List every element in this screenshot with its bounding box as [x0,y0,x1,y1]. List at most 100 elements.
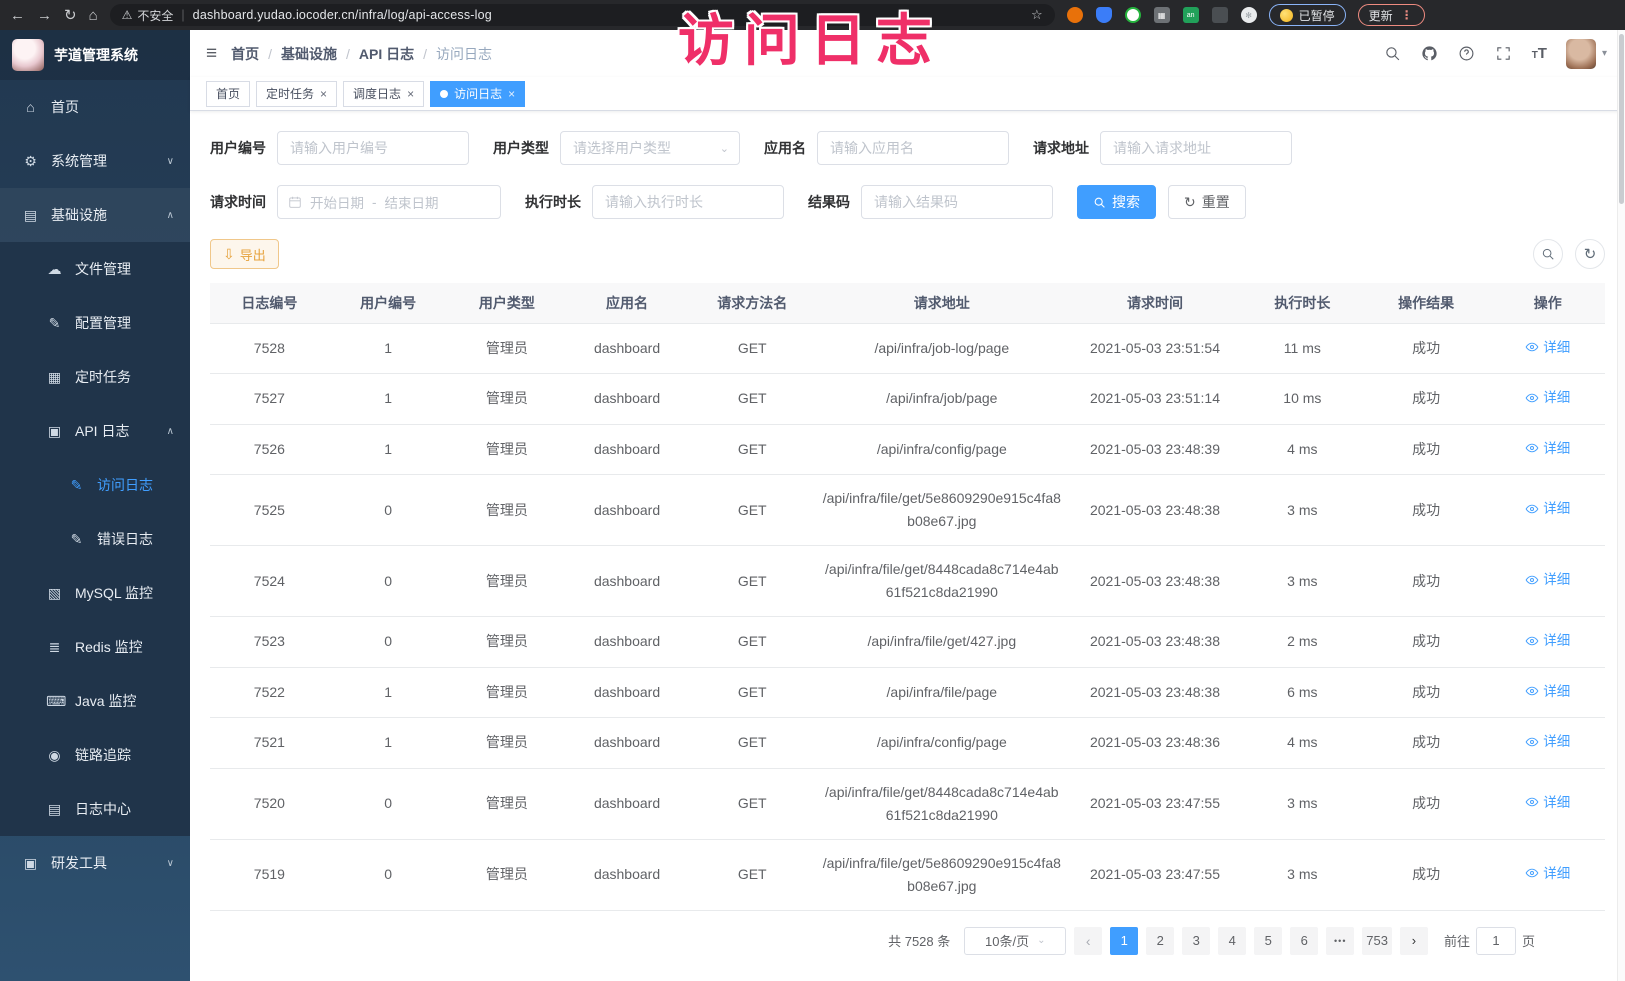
extension-shield-icon[interactable] [1096,7,1112,23]
help-icon[interactable] [1458,45,1476,63]
sidebar-item-API 日志[interactable]: ▣API 日志∧ [0,404,190,458]
extension-phone-icon[interactable] [1212,7,1228,23]
breadcrumb-item[interactable]: API 日志 [359,44,414,64]
paused-badge[interactable]: 已暂停 [1269,4,1346,26]
export-button[interactable]: ⇩ 导出 [210,239,279,269]
page-button-4[interactable]: 4 [1218,927,1246,955]
extensions-row: ▦ an ✻ [1067,7,1257,23]
detail-button[interactable]: 详细 [1525,629,1570,652]
tab-调度日志[interactable]: 调度日志× [343,81,424,107]
page-button-2[interactable]: 2 [1146,927,1174,955]
browser-address-bar[interactable]: ⚠不安全 | dashboard.yudao.iocoder.cn/infra/… [110,4,1055,26]
detail-button[interactable]: 详细 [1525,497,1570,520]
reset-button[interactable]: ↻ 重置 [1168,185,1246,219]
sidebar-item-首页[interactable]: ⌂首页 [0,80,190,134]
cell-id: 7523 [210,617,329,668]
browser-forward-icon[interactable]: → [37,8,52,23]
detail-button[interactable]: 详细 [1525,568,1570,591]
prev-page-button[interactable]: ‹ [1074,927,1102,955]
request-url-input[interactable] [1100,131,1292,165]
page-button-6[interactable]: 6 [1290,927,1318,955]
cell-user_type: 管理员 [448,718,567,769]
sidebar-item-系统管理[interactable]: ⚙系统管理∨ [0,134,190,188]
sidebar-item-链路追踪[interactable]: ◉链路追踪 [0,728,190,782]
user-menu[interactable]: ▾ [1566,39,1607,69]
user-type-select[interactable]: 请选择用户类型 ⌄ [560,131,740,165]
not-secure-warning[interactable]: ⚠不安全 [122,7,174,24]
app-name-input[interactable] [817,131,1009,165]
kebab-menu-icon[interactable]: ⋮ [1401,8,1414,22]
page-button-753[interactable]: 753 [1362,927,1392,955]
sidebar-item-label: 研发工具 [51,853,107,873]
close-icon[interactable]: × [508,88,515,100]
sidebar-item-label: Redis 监控 [75,637,143,657]
more-pages-icon[interactable]: ••• [1326,927,1354,955]
detail-button[interactable]: 详细 [1525,437,1570,460]
detail-button[interactable]: 详细 [1525,862,1570,885]
breadcrumb-item[interactable]: 首页 [231,44,259,64]
app-logo[interactable]: 芋道管理系统 [0,30,190,80]
sidebar-item-错误日志[interactable]: ✎错误日志 [0,512,190,566]
close-icon[interactable]: × [320,88,327,100]
extension-wechat-icon[interactable] [1125,7,1141,23]
cell-user_id: 1 [329,323,448,374]
cell-time: 2021-05-03 23:51:54 [1067,323,1243,374]
sidebar-item-研发工具[interactable]: ▣研发工具∨ [0,836,190,890]
bookmark-star-icon[interactable]: ☆ [1031,7,1043,23]
chevron-down-icon: ⌄ [1037,935,1045,946]
user-id-input[interactable] [277,131,469,165]
goto-page-input[interactable] [1476,927,1516,955]
sidebar-item-基础设施[interactable]: ▤基础设施∧ [0,188,190,242]
page-button-5[interactable]: 5 [1254,927,1282,955]
sidebar-item-文件管理[interactable]: ☁文件管理 [0,242,190,296]
breadcrumb-item[interactable]: 基础设施 [281,44,337,64]
extension-puzzle-icon[interactable]: ▦ [1154,7,1170,23]
sidebar-item-MySQL 监控[interactable]: ▧MySQL 监控 [0,566,190,620]
extension-grid-icon[interactable]: an [1183,7,1199,23]
search-icon[interactable] [1384,45,1402,63]
result-code-input[interactable] [861,185,1053,219]
toggle-search-button[interactable] [1533,239,1563,269]
detail-button[interactable]: 详细 [1525,386,1570,409]
refresh-table-button[interactable]: ↻ [1575,239,1605,269]
extension-orange-icon[interactable] [1067,7,1083,23]
tab-定时任务[interactable]: 定时任务× [256,81,337,107]
sidebar-collapse-icon[interactable]: ≡ [206,43,217,65]
sidebar-item-配置管理[interactable]: ✎配置管理 [0,296,190,350]
sidebar-item-定时任务[interactable]: ▦定时任务 [0,350,190,404]
cell-id: 7519 [210,839,329,910]
duration-input[interactable] [592,185,784,219]
search-button[interactable]: 搜索 [1077,185,1156,219]
date-range-picker[interactable]: 开始日期 - 结束日期 [277,185,501,219]
sidebar-item-日志中心[interactable]: ▤日志中心 [0,782,190,836]
extension-flower-icon[interactable]: ✻ [1241,7,1257,23]
browser-back-icon[interactable]: ← [10,8,25,23]
tab-访问日志[interactable]: 访问日志× [430,81,525,107]
browser-reload-icon[interactable]: ↻ [64,8,77,23]
font-size-icon[interactable]: TT [1532,45,1547,62]
github-icon[interactable] [1421,45,1439,63]
browser-scrollbar[interactable] [1617,30,1625,981]
close-icon[interactable]: × [407,88,414,100]
cell-user_type: 管理员 [448,617,567,668]
cell-duration: 10 ms [1243,374,1362,425]
tab-首页[interactable]: 首页 [206,81,250,107]
detail-button[interactable]: 详细 [1525,336,1570,359]
sidebar-item-Java 监控[interactable]: ⌨Java 监控 [0,674,190,728]
scrollbar-thumb[interactable] [1619,34,1624,204]
sidebar-item-Redis 监控[interactable]: ≣Redis 监控 [0,620,190,674]
page-size-select[interactable]: 10条/页 ⌄ [964,927,1066,955]
sidebar-item-访问日志[interactable]: ✎访问日志 [0,458,190,512]
update-button[interactable]: 更新 ⋮ [1358,4,1425,26]
detail-button[interactable]: 详细 [1525,680,1570,703]
detail-button[interactable]: 详细 [1525,791,1570,814]
table-row: 75190管理员dashboardGET/api/infra/file/get/… [210,839,1605,910]
access-log-icon: ✎ [68,477,85,494]
next-page-button[interactable]: › [1400,927,1428,955]
cell-user_type: 管理员 [448,475,567,546]
page-button-1[interactable]: 1 [1110,927,1138,955]
page-button-3[interactable]: 3 [1182,927,1210,955]
detail-button[interactable]: 详细 [1525,730,1570,753]
browser-home-icon[interactable]: ⌂ [89,8,98,23]
fullscreen-icon[interactable] [1495,45,1513,63]
